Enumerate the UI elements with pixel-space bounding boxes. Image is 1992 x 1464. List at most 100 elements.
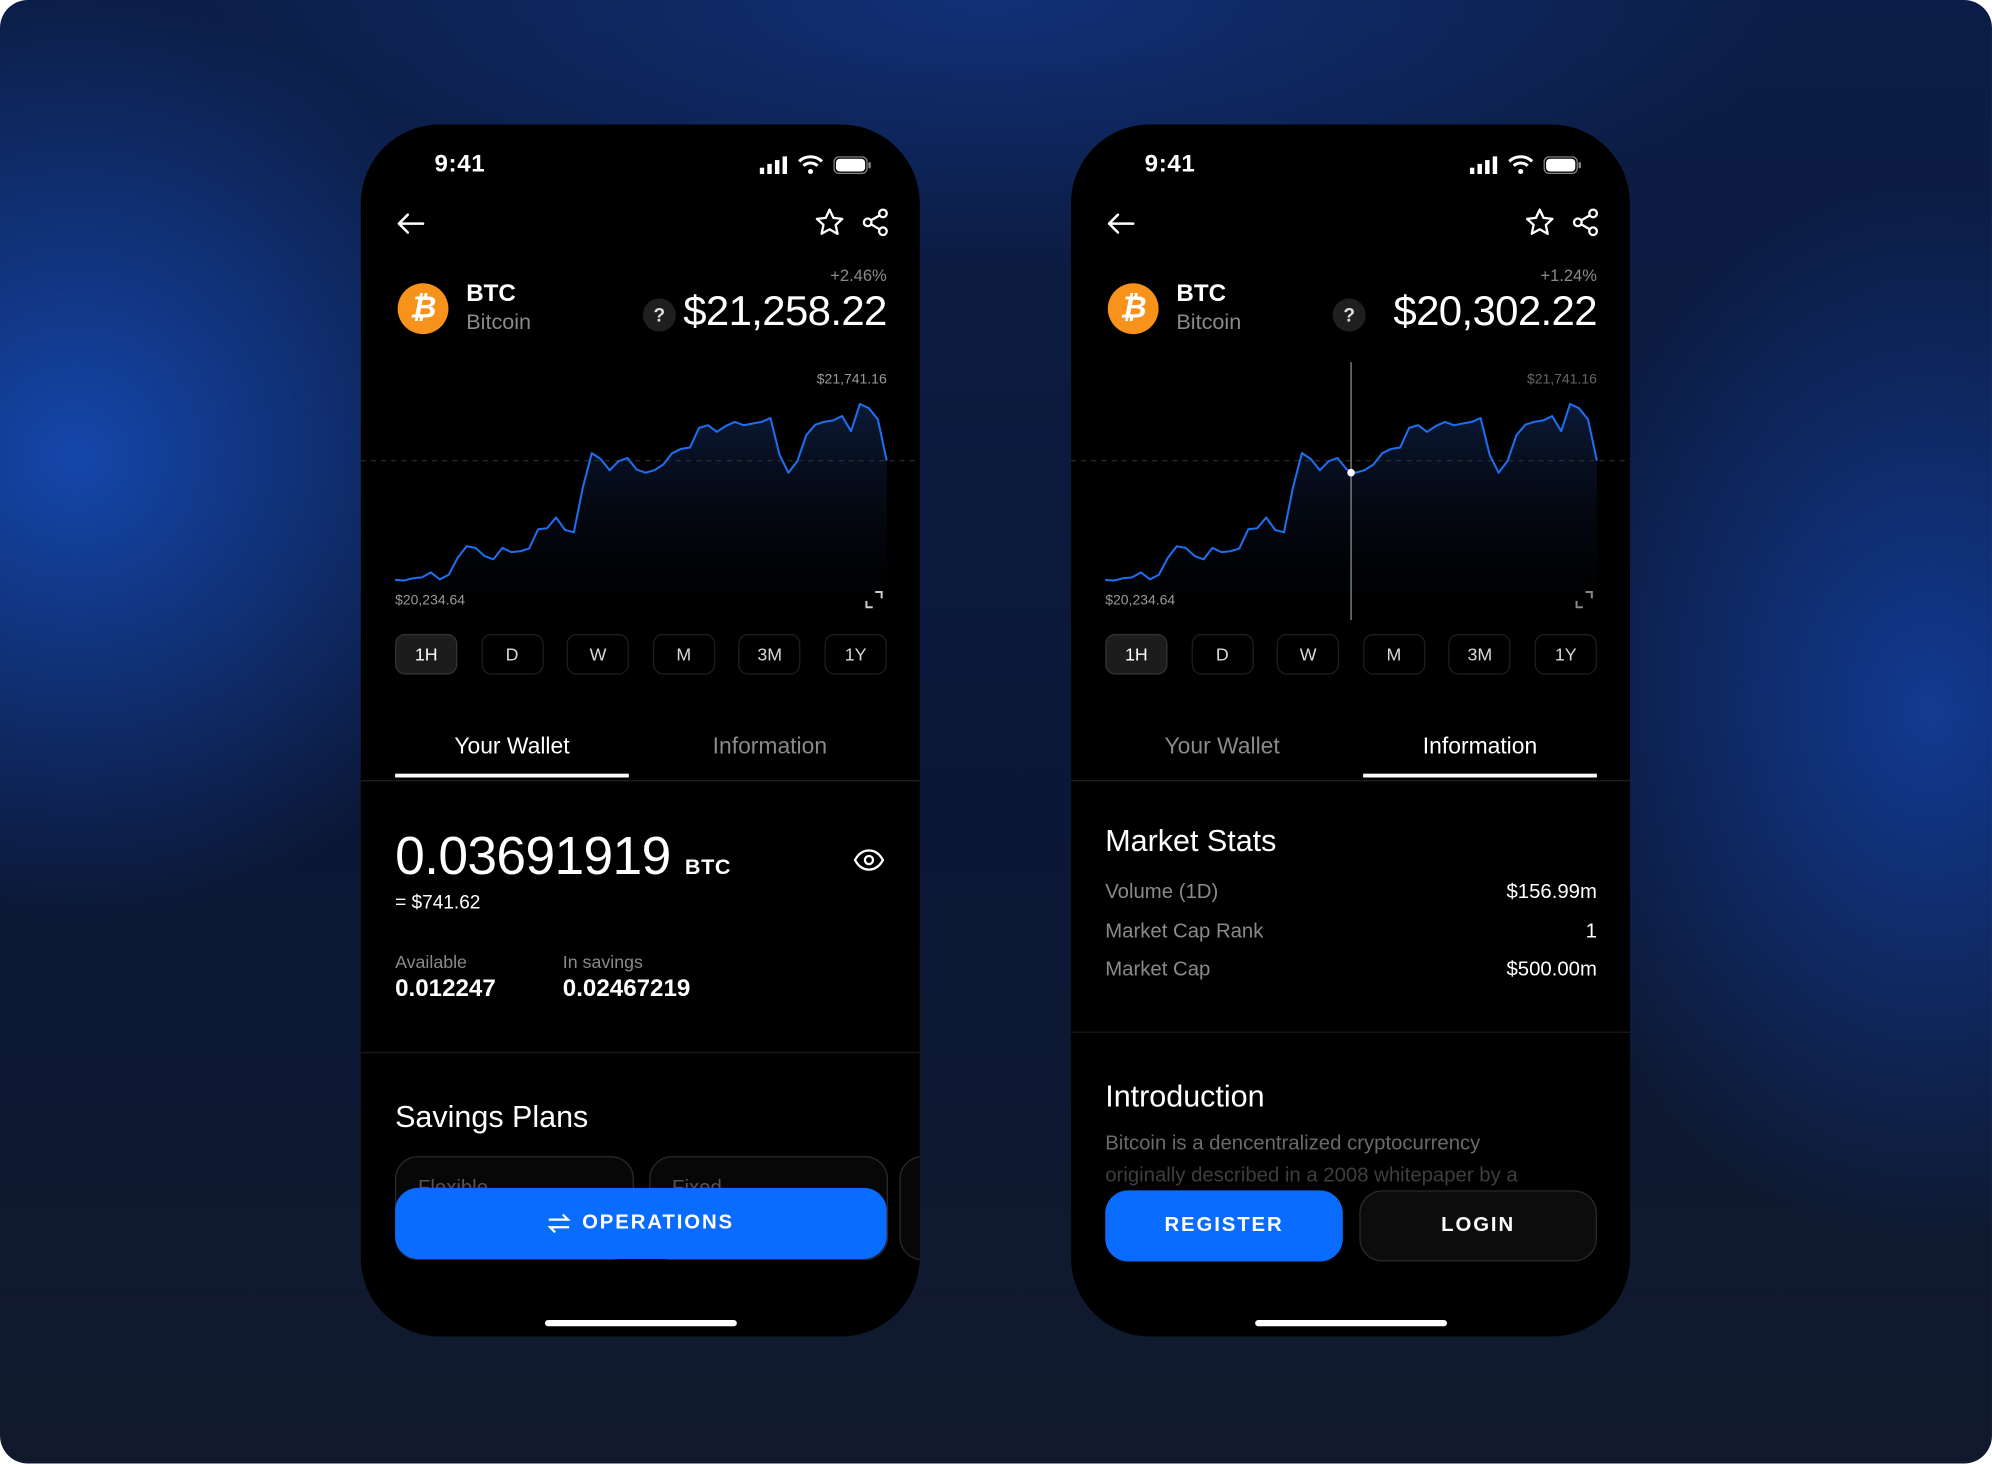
operations-label: OPERATIONS <box>582 1211 735 1234</box>
home-indicator[interactable] <box>545 1319 737 1327</box>
canvas: 9:41 ₿ BTC Bitcoin +2.46% ? $21,258.22 $… <box>0 0 1992 1464</box>
period-selector: 1H D W M 3M 1Y <box>395 633 887 675</box>
asset-name: Bitcoin <box>1176 309 1242 335</box>
stat-row-market-cap: Market Cap $500.00m <box>1105 959 1597 982</box>
stat-label: Market Cap Rank <box>1105 921 1264 943</box>
savings-value: 0.02467219 <box>562 975 691 1003</box>
operations-button[interactable]: OPERATIONS <box>395 1187 887 1259</box>
period-w[interactable]: W <box>566 633 630 675</box>
toggle-visibility-button[interactable] <box>852 845 885 875</box>
period-w[interactable]: W <box>1276 633 1340 675</box>
status-icons <box>1469 155 1582 175</box>
period-d[interactable]: D <box>1191 633 1254 675</box>
stat-row-market-cap-rank: Market Cap Rank 1 <box>1105 921 1597 944</box>
share-icon <box>1572 208 1599 237</box>
balance-fiat: = $741.62 <box>395 891 481 914</box>
introduction-title: Introduction <box>1105 1079 1265 1115</box>
introduction-line: Bitcoin is a dencentralized cryptocurren… <box>1105 1133 1481 1155</box>
battery-icon <box>833 155 871 174</box>
status-time: 9:41 <box>1144 151 1196 178</box>
help-button[interactable]: ? <box>1332 298 1366 332</box>
price-chart[interactable] <box>1070 353 1630 626</box>
expand-chart-button[interactable] <box>864 589 884 609</box>
tab-information[interactable]: Information <box>1363 722 1597 778</box>
expand-chart-button[interactable] <box>1574 589 1594 609</box>
asset-symbol: BTC <box>466 280 516 308</box>
period-d[interactable]: D <box>480 633 544 675</box>
period-m[interactable]: M <box>652 633 715 675</box>
back-button[interactable] <box>394 208 427 238</box>
share-button[interactable] <box>1569 206 1602 239</box>
register-button[interactable]: REGISTER <box>1105 1190 1343 1262</box>
wifi-icon <box>1508 155 1534 175</box>
tab-bar: Your Wallet Information <box>360 722 920 782</box>
star-icon <box>815 208 844 236</box>
chart-area-fill <box>395 403 887 606</box>
swap-arrows-icon <box>547 1213 571 1234</box>
period-3m[interactable]: 3M <box>1448 633 1511 675</box>
price-change: +2.46% <box>830 265 887 285</box>
eye-icon <box>853 849 885 871</box>
chart-max-label: $21,741.16 <box>1526 372 1597 388</box>
period-1h[interactable]: 1H <box>1105 633 1168 675</box>
period-1h[interactable]: 1H <box>395 633 458 675</box>
help-button[interactable]: ? <box>642 298 676 332</box>
home-indicator[interactable] <box>1255 1319 1447 1327</box>
expand-icon <box>1575 590 1593 609</box>
login-button[interactable]: LOGIN <box>1359 1190 1597 1262</box>
tab-your-wallet[interactable]: Your Wallet <box>395 722 629 778</box>
savings-plans-title: Savings Plans <box>395 1100 589 1135</box>
battery-icon <box>1543 155 1582 174</box>
introduction-line: originally described in a 2008 whitepape… <box>1105 1164 1518 1187</box>
signal-icon <box>1469 155 1498 174</box>
asset-price: $21,258.22 <box>683 287 887 335</box>
asset-name: Bitcoin <box>466 309 532 335</box>
price-change: +1.24% <box>1540 265 1597 285</box>
share-icon <box>862 208 888 237</box>
stat-value: 1 <box>1585 921 1597 943</box>
available-value: 0.012247 <box>395 975 496 1003</box>
asset-symbol: BTC <box>1176 280 1227 308</box>
stat-value: $500.00m <box>1506 959 1597 981</box>
period-3m[interactable]: 3M <box>738 633 801 675</box>
chart-max-label: $21,741.16 <box>816 372 887 388</box>
period-1y[interactable]: 1Y <box>824 633 887 675</box>
available-label: Available <box>395 951 467 972</box>
plan-card-partial[interactable] <box>899 1156 920 1261</box>
section-divider <box>360 1051 920 1054</box>
wifi-icon <box>798 155 824 175</box>
status-time: 9:41 <box>434 151 486 178</box>
share-button[interactable] <box>859 206 892 239</box>
asset-price: $20,302.22 <box>1393 287 1597 335</box>
chart-min-label: $20,234.64 <box>395 593 466 609</box>
tab-bar: Your Wallet Information <box>1070 722 1630 782</box>
chart-min-label: $20,234.64 <box>1105 593 1176 609</box>
back-button[interactable] <box>1104 208 1137 238</box>
expand-icon <box>865 590 883 609</box>
price-chart[interactable] <box>360 353 920 626</box>
section-divider <box>1070 1031 1630 1033</box>
stat-value: $156.99m <box>1506 881 1597 904</box>
stat-label: Volume (1D) <box>1105 881 1219 904</box>
arrow-left-icon <box>1107 213 1135 234</box>
phone-information-screen: 9:41 ₿ BTC Bitcoin +1.24% ? $20,302.22 $… <box>1070 124 1630 1337</box>
signal-icon <box>759 155 788 174</box>
crosshair-dot <box>1347 468 1355 477</box>
stat-row-volume: Volume (1D) $156.99m <box>1105 882 1597 905</box>
bitcoin-icon: ₿ <box>1107 283 1159 335</box>
period-selector: 1H D W M 3M 1Y <box>1105 633 1597 675</box>
savings-label: In savings <box>562 951 643 972</box>
stat-label: Market Cap <box>1105 959 1211 981</box>
arrow-left-icon <box>397 213 425 234</box>
phone-wallet-screen: 9:41 ₿ BTC Bitcoin +2.46% ? $21,258.22 $… <box>360 124 920 1337</box>
tab-information[interactable]: Information <box>653 722 887 778</box>
status-icons <box>759 155 872 175</box>
period-m[interactable]: M <box>1362 633 1426 675</box>
bitcoin-icon: ₿ <box>397 283 449 335</box>
period-1y[interactable]: 1Y <box>1534 633 1597 675</box>
favorite-button[interactable] <box>1523 206 1556 239</box>
favorite-button[interactable] <box>813 206 846 239</box>
wallet-balance: 0.03691919 BTC <box>395 826 731 887</box>
tab-your-wallet[interactable]: Your Wallet <box>1105 722 1339 778</box>
star-icon <box>1525 208 1554 236</box>
